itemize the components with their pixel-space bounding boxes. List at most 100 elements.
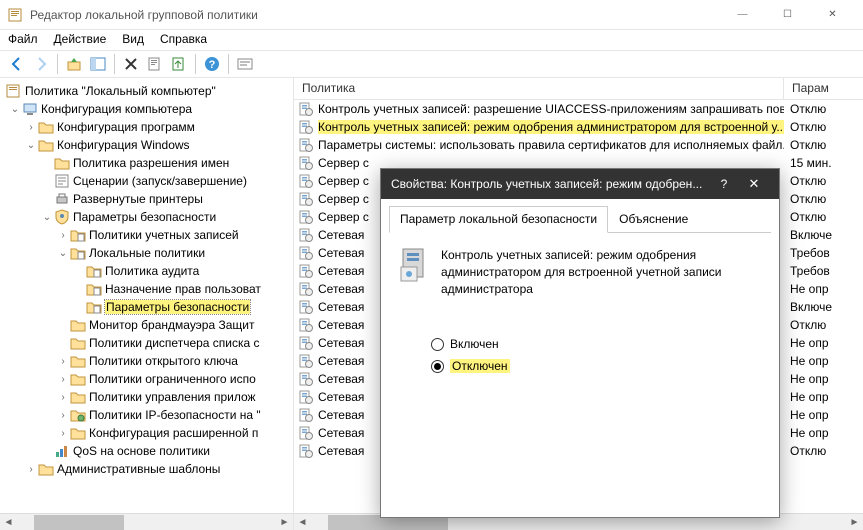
tab-explanation[interactable]: Объяснение (608, 206, 699, 233)
menu-view[interactable]: Вид (122, 32, 144, 50)
tree-node[interactable]: ›Конфигурация программ (2, 118, 293, 136)
policy-item-icon (298, 299, 314, 315)
expand-icon[interactable]: › (56, 374, 70, 385)
expand-icon[interactable]: › (56, 356, 70, 367)
close-button[interactable]: ✕ (810, 1, 855, 29)
collapse-icon[interactable]: ⌄ (24, 140, 38, 151)
tree-node[interactable]: ·Развернутые принтеры (2, 190, 293, 208)
app-icon (8, 7, 24, 23)
maximize-button[interactable]: ☐ (765, 1, 810, 29)
policy-item-icon (298, 191, 314, 207)
radio-enabled[interactable]: Включен (431, 337, 761, 351)
radio-disabled[interactable]: Отключен (431, 359, 761, 373)
expand-icon[interactable]: › (56, 392, 70, 403)
folder-doc-icon (70, 227, 86, 243)
policy-row[interactable]: Контроль учетных записей: разрешение UIA… (294, 100, 863, 118)
policy-item-icon (298, 407, 314, 423)
tree-node[interactable]: ·Параметры безопасности (2, 298, 293, 316)
dialog-help-button[interactable]: ? (709, 177, 739, 191)
policy-item-icon (298, 101, 314, 117)
up-button[interactable] (63, 53, 85, 75)
tree-node[interactable]: ·Политика аудита (2, 262, 293, 280)
delete-button[interactable] (120, 53, 142, 75)
tree-hscrollbar[interactable]: ◄► (0, 513, 293, 530)
folder-icon (70, 425, 86, 441)
collapse-icon[interactable]: ⌄ (40, 212, 54, 223)
list-header[interactable]: Политика Парам (294, 78, 863, 100)
toolbar: ? (0, 50, 863, 78)
policy-item-icon (298, 335, 314, 351)
dialog-titlebar[interactable]: Свойства: Контроль учетных записей: режи… (381, 169, 779, 199)
folder-net-icon (70, 407, 86, 423)
shield-icon (54, 209, 70, 225)
dialog-tabs: Параметр локальной безопасности Объяснен… (389, 205, 771, 233)
tree-node[interactable]: ·Назначение прав пользоват (2, 280, 293, 298)
tab-local-security[interactable]: Параметр локальной безопасности (389, 206, 608, 233)
menu-help[interactable]: Справка (160, 32, 207, 50)
expand-icon[interactable]: › (56, 410, 70, 421)
filter-button[interactable] (234, 53, 256, 75)
policy-item-icon (298, 263, 314, 279)
policy-item-icon (298, 317, 314, 333)
policy-item-icon (298, 119, 314, 135)
tree-root-node[interactable]: Политика "Локальный компьютер" (2, 82, 293, 100)
tree-pane[interactable]: Политика "Локальный компьютер"⌄Конфигура… (0, 78, 294, 530)
policy-row[interactable]: Параметры системы: использовать правила … (294, 136, 863, 154)
column-policy[interactable]: Политика (294, 78, 784, 99)
policy-item-icon (298, 173, 314, 189)
back-button[interactable] (6, 53, 28, 75)
policy-item-icon (298, 155, 314, 171)
tree-node[interactable]: ⌄Параметры безопасности (2, 208, 293, 226)
policy-item-icon (298, 281, 314, 297)
policy-item-icon (298, 245, 314, 261)
collapse-icon[interactable]: ⌄ (56, 248, 70, 259)
computer-icon (22, 101, 38, 117)
help-button[interactable]: ? (201, 53, 223, 75)
folder-icon (70, 353, 86, 369)
tree-node[interactable]: ·Политики диспетчера списка с (2, 334, 293, 352)
minimize-button[interactable]: — (720, 1, 765, 29)
policy-icon (399, 247, 431, 283)
properties-button[interactable] (144, 53, 166, 75)
tree-node[interactable]: ›Конфигурация расширенной п (2, 424, 293, 442)
tree-node[interactable]: ⌄Конфигурация компьютера (2, 100, 293, 118)
column-param[interactable]: Парам (784, 78, 863, 99)
tree-node[interactable]: ›Политики IP-безопасности на " (2, 406, 293, 424)
tree-node[interactable]: ›Политики ограниченного испо (2, 370, 293, 388)
expand-icon[interactable]: › (24, 122, 38, 133)
svg-text:?: ? (209, 59, 216, 71)
tree-node[interactable]: ›Политики открытого ключа (2, 352, 293, 370)
tree-node[interactable]: ›Политики управления прилож (2, 388, 293, 406)
collapse-icon[interactable]: ⌄ (8, 104, 22, 115)
expand-icon[interactable]: › (56, 230, 70, 241)
script-icon (54, 173, 70, 189)
window-title: Редактор локальной групповой политики (30, 8, 720, 22)
dialog-title: Свойства: Контроль учетных записей: режи… (391, 177, 709, 191)
policy-item-icon (298, 209, 314, 225)
policy-item-icon (298, 425, 314, 441)
folder-doc-icon (86, 299, 102, 315)
forward-button[interactable] (30, 53, 52, 75)
dialog-close-button[interactable]: ✕ (739, 176, 769, 192)
policy-item-icon (298, 443, 314, 459)
tree-node[interactable]: ·Монитор брандмауэра Защит (2, 316, 293, 334)
folder-doc-icon (86, 263, 102, 279)
show-hide-tree-button[interactable] (87, 53, 109, 75)
menubar: Файл Действие Вид Справка (0, 30, 863, 50)
tree-node[interactable]: ·QoS на основе политики (2, 442, 293, 460)
tree-node[interactable]: ⌄Локальные политики (2, 244, 293, 262)
menu-action[interactable]: Действие (54, 32, 107, 50)
tree-node[interactable]: ›Административные шаблоны (2, 460, 293, 478)
expand-icon[interactable]: › (56, 428, 70, 439)
tree-node[interactable]: ·Сценарии (запуск/завершение) (2, 172, 293, 190)
menu-file[interactable]: Файл (8, 32, 38, 50)
policy-item-icon (298, 227, 314, 243)
export-button[interactable] (168, 53, 190, 75)
folder-icon (38, 119, 54, 135)
expand-icon[interactable]: › (24, 464, 38, 475)
policy-row[interactable]: Контроль учетных записей: режим одобрени… (294, 118, 863, 136)
tree-node[interactable]: ·Политика разрешения имен (2, 154, 293, 172)
folder-doc-icon (86, 281, 102, 297)
tree-node[interactable]: ›Политики учетных записей (2, 226, 293, 244)
tree-node[interactable]: ⌄Конфигурация Windows (2, 136, 293, 154)
